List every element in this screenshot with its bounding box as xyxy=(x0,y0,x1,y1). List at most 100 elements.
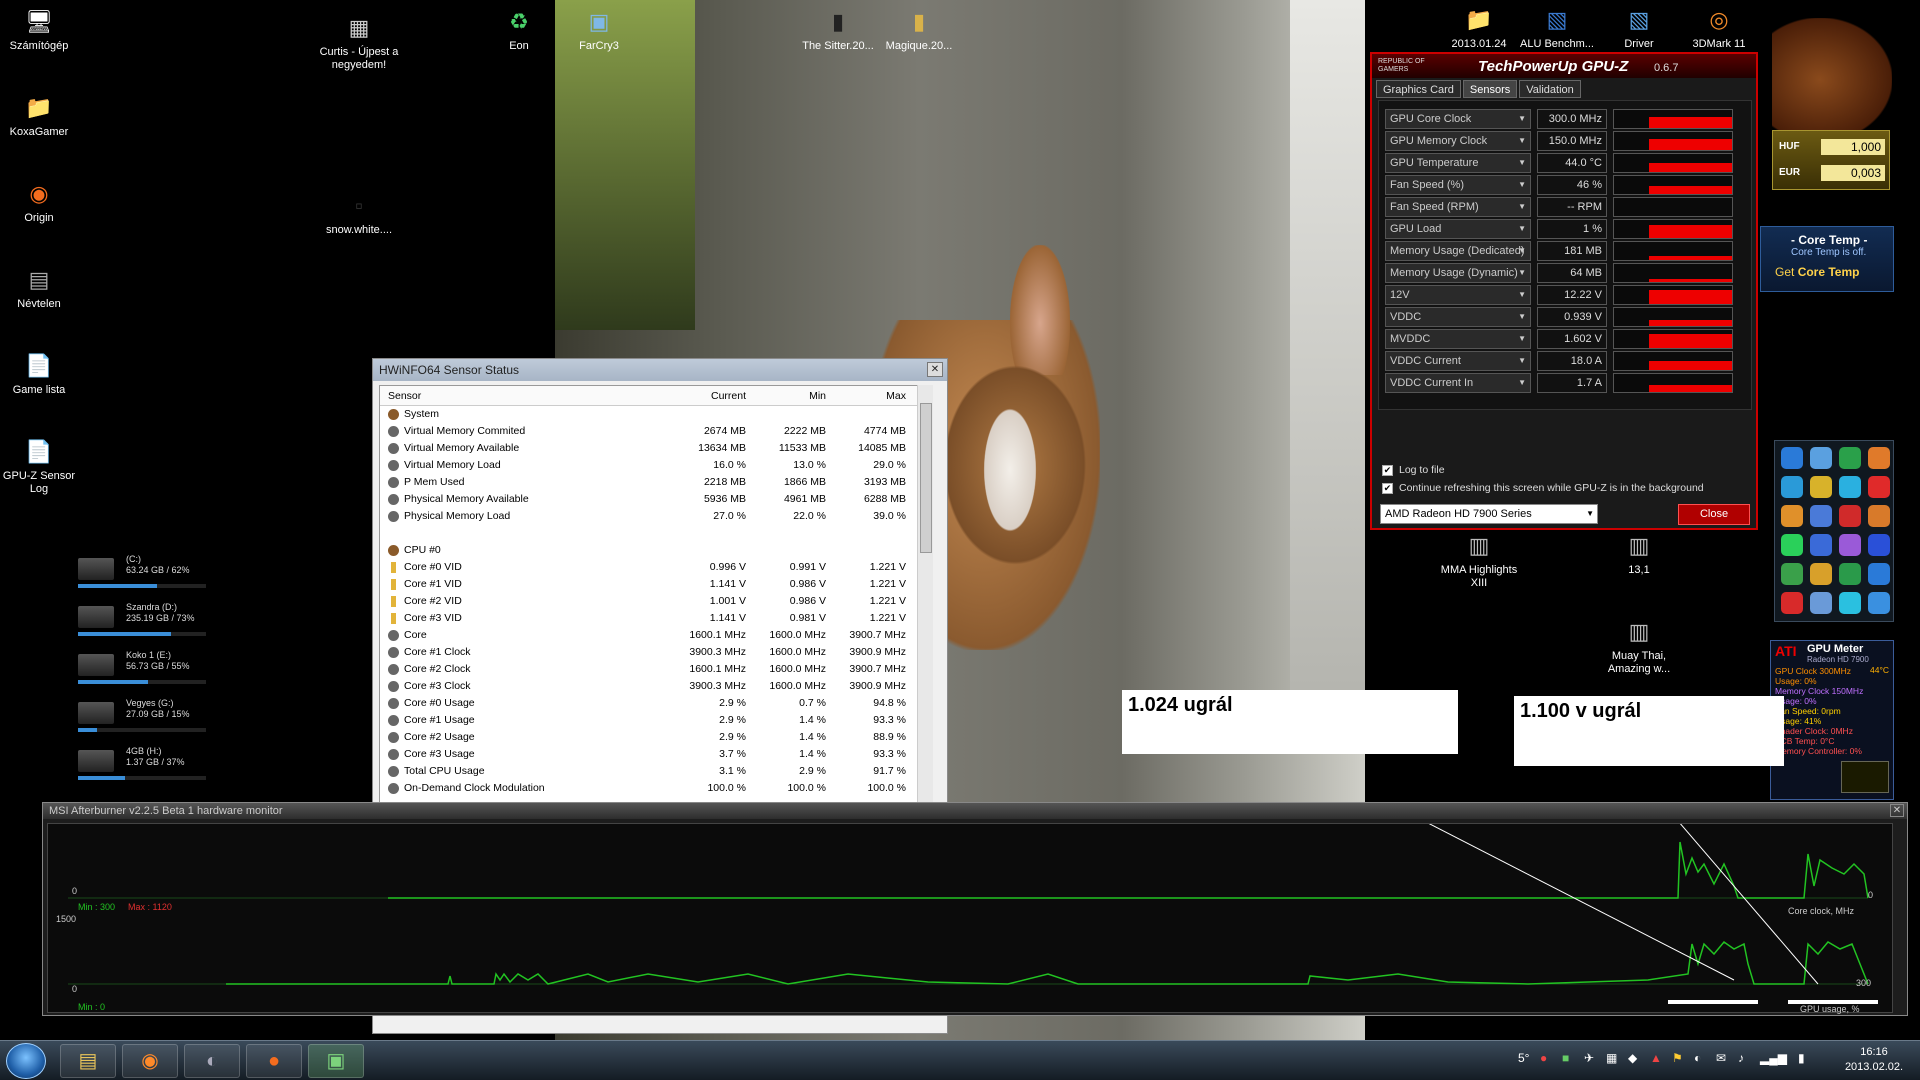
launcher-app-icon[interactable] xyxy=(1868,534,1890,556)
origin-taskbar-button[interactable]: ● xyxy=(246,1044,302,1078)
gpuz-titlebar[interactable]: REPUBLIC OF GAMERS TechPowerUp GPU-Z 0.6… xyxy=(1372,54,1756,78)
monitor-graph[interactable]: 0 Min : 300 Max : 1120 1500 0 Min : 0 0 … xyxy=(47,823,1893,1014)
close-icon[interactable]: ✕ xyxy=(1890,804,1904,817)
tray-icon-chat[interactable]: ✉ xyxy=(1716,1051,1726,1065)
tray-icon-origin[interactable]: ● xyxy=(1540,1051,1547,1065)
sensor-dropdown[interactable]: GPU Temperature xyxy=(1385,153,1531,173)
table-row[interactable]: Total CPU Usage 3.1 % 2.9 % 91.7 % xyxy=(380,763,930,780)
desktop-icon-farcry3[interactable]: ▣ FarCry3 xyxy=(554,8,644,53)
desktop-icon-origin[interactable]: ◉ Origin xyxy=(0,180,84,225)
app-launcher-gadget[interactable] xyxy=(1774,440,1894,622)
signal-icon[interactable]: ▂▄▆ xyxy=(1760,1051,1787,1065)
table-row[interactable]: Virtual Memory Available 13634 MB 11533 MB… xyxy=(380,440,930,457)
desktop-icon-curtis[interactable]: ▦ Curtis - Újpest a negyedem! xyxy=(314,14,404,72)
table-row[interactable]: Core #1 Usage 2.9 % 1.4 % 93.3 % xyxy=(380,712,930,729)
desktop-icon-3dmark11[interactable]: ◎ 3DMark 11 xyxy=(1674,6,1764,51)
table-row[interactable] xyxy=(380,525,930,542)
desktop-icon-alu-bench[interactable]: ▧ ALU Benchm... xyxy=(1512,6,1602,51)
launcher-app-icon[interactable] xyxy=(1839,476,1861,498)
tray-icon-notify[interactable]: ◐ xyxy=(1694,1051,1701,1065)
table-row[interactable]: Core #3 Usage 3.7 % 1.4 % 93.3 % xyxy=(380,746,930,763)
afterburner-titlebar[interactable]: MSI Afterburner v2.2.5 Beta 1 hardware m… xyxy=(43,803,1907,819)
tray-icon-app[interactable]: ◆ xyxy=(1628,1051,1637,1065)
table-row[interactable]: On-Demand Clock Modulation 100.0 % 100.0 %… xyxy=(380,780,930,797)
desktop-icon-computer[interactable]: 🖥 Számítógép xyxy=(0,8,84,53)
table-row[interactable]: Core #1 Clock 3900.3 MHz 1600.0 MHz 3900.9 … xyxy=(380,644,930,661)
desktop-icon-game-lista[interactable]: 📄 Game lista xyxy=(0,352,84,397)
table-row[interactable]: P Mem Used 2218 MB 1866 MB 3193 MB xyxy=(380,474,930,491)
table-row[interactable]: Core #1 VID 1.141 V 0.986 V 1.221 V xyxy=(380,576,930,593)
app-taskbar-button[interactable]: ◐ xyxy=(184,1044,240,1078)
drive-e[interactable]: Koko 1 (E:) 56.73 GB / 55% xyxy=(78,650,208,686)
desktop-icon-muay-thai[interactable]: ▥ Muay Thai, Amazing w... xyxy=(1594,618,1684,676)
sensor-dropdown[interactable]: GPU Core Clock xyxy=(1385,109,1531,129)
drive-c[interactable]: (C:) 63.24 GB / 62% xyxy=(78,554,208,590)
sensor-dropdown[interactable]: MVDDC xyxy=(1385,329,1531,349)
tray-icon-temp[interactable]: ■ xyxy=(1562,1051,1569,1065)
hwinfo-titlebar[interactable]: HWiNFO64 Sensor Status ✕ xyxy=(373,359,947,381)
coretemp-link[interactable]: Core Temp xyxy=(1798,265,1860,279)
explorer-taskbar-button[interactable]: ▤ xyxy=(60,1044,116,1078)
launcher-app-icon[interactable] xyxy=(1839,505,1861,527)
tray-icon-flag[interactable]: ⚑ xyxy=(1672,1051,1683,1065)
firefox-taskbar-button[interactable]: ◉ xyxy=(122,1044,178,1078)
gpuz-taskbar-button[interactable]: ▣ xyxy=(308,1044,364,1078)
table-row[interactable]: Virtual Memory Load 16.0 % 13.0 % 29.0 % xyxy=(380,457,930,474)
tab-sensors[interactable]: Sensors xyxy=(1462,80,1518,98)
tray-icon-amd[interactable]: ▲ xyxy=(1650,1051,1662,1065)
volume-icon[interactable]: ♪ xyxy=(1738,1051,1744,1065)
launcher-app-icon[interactable] xyxy=(1810,505,1832,527)
checkbox-checked-icon[interactable]: ✔ xyxy=(1382,482,1393,494)
desktop-icon-magique[interactable]: ▮ Magique.20... xyxy=(874,8,964,53)
desktop-icon-driver[interactable]: ▧ Driver xyxy=(1594,6,1684,51)
column-header-sensor[interactable]: Sensor xyxy=(380,386,672,405)
start-button[interactable] xyxy=(6,1043,46,1079)
close-icon[interactable]: ✕ xyxy=(927,362,943,377)
desktop-icon-2013-01-24[interactable]: 📁 2013.01.24 xyxy=(1434,6,1524,51)
launcher-app-icon[interactable] xyxy=(1781,505,1803,527)
launcher-app-icon[interactable] xyxy=(1839,534,1861,556)
launcher-app-icon[interactable] xyxy=(1868,563,1890,585)
table-row[interactable]: Core #0 VID 0.996 V 0.991 V 1.221 V xyxy=(380,559,930,576)
desktop-icon-koxagamer[interactable]: 📁 KoxaGamer xyxy=(0,94,84,139)
coretemp-gadget[interactable]: - Core Temp - Core Temp is off. Get Core… xyxy=(1760,226,1894,292)
table-row[interactable]: Core 1600.1 MHz 1600.0 MHz 3900.7 MHz xyxy=(380,627,930,644)
desktop-icon-gpuz-log[interactable]: 📄 GPU-Z Sensor Log xyxy=(0,438,84,496)
sensor-dropdown[interactable]: GPU Memory Clock xyxy=(1385,131,1531,151)
desktop-icon-13-1[interactable]: ▥ 13,1 xyxy=(1594,532,1684,577)
sensor-dropdown[interactable]: Fan Speed (RPM) xyxy=(1385,197,1531,217)
gpu-select[interactable]: AMD Radeon HD 7900 Series xyxy=(1380,504,1598,524)
drive-h[interactable]: 4GB (H:) 1.37 GB / 37% xyxy=(78,746,208,782)
table-row[interactable]: Core #2 Usage 2.9 % 1.4 % 88.9 % xyxy=(380,729,930,746)
launcher-app-icon[interactable] xyxy=(1868,505,1890,527)
column-header-current[interactable]: Current xyxy=(672,386,752,405)
tray-icon-monitor[interactable]: ▦ xyxy=(1606,1051,1617,1065)
launcher-app-icon[interactable] xyxy=(1839,592,1861,614)
launcher-app-icon[interactable] xyxy=(1810,592,1832,614)
power-icon[interactable]: ▮ xyxy=(1798,1051,1805,1065)
desktop-icon-mma-highlights[interactable]: ▥ MMA Highlights XIII xyxy=(1434,532,1524,590)
sensor-dropdown[interactable]: 12V xyxy=(1385,285,1531,305)
launcher-app-icon[interactable] xyxy=(1810,476,1832,498)
column-header-max[interactable]: Max xyxy=(832,386,912,405)
launcher-app-icon[interactable] xyxy=(1781,592,1803,614)
close-button[interactable]: Close xyxy=(1678,504,1750,525)
table-row[interactable]: Core #0 Usage 2.9 % 0.7 % 94.8 % xyxy=(380,695,930,712)
desktop-icon-eon[interactable]: ♻ Eon xyxy=(474,8,564,53)
sensor-dropdown[interactable]: Memory Usage (Dynamic) xyxy=(1385,263,1531,283)
keep-refreshing-checkbox[interactable]: ✔ Continue refreshing this screen while … xyxy=(1382,482,1704,494)
drive-d[interactable]: Szandra (D:) 235.19 GB / 73% xyxy=(78,602,208,638)
launcher-app-icon[interactable] xyxy=(1781,447,1803,469)
sensor-dropdown[interactable]: GPU Load xyxy=(1385,219,1531,239)
launcher-app-icon[interactable] xyxy=(1781,476,1803,498)
currency-gadget[interactable]: HUF 1,000 EUR 0,003 xyxy=(1772,130,1890,190)
table-row[interactable]: Core #3 VID 1.141 V 0.981 V 1.221 V xyxy=(380,610,930,627)
currency-eur-value[interactable]: 0,003 xyxy=(1821,165,1885,181)
tray-icon-network[interactable]: ✈ xyxy=(1584,1051,1594,1065)
desktop-icon-nevtelen[interactable]: ▤ Névtelen xyxy=(0,266,84,311)
launcher-app-icon[interactable] xyxy=(1810,447,1832,469)
launcher-app-icon[interactable] xyxy=(1868,447,1890,469)
gpuz-window[interactable]: REPUBLIC OF GAMERS TechPowerUp GPU-Z 0.6… xyxy=(1370,52,1758,530)
desktop-icon-snow-white[interactable]: ▫ snow.white.... xyxy=(314,192,404,237)
log-to-file-checkbox[interactable]: ✔ Log to file xyxy=(1382,464,1445,476)
